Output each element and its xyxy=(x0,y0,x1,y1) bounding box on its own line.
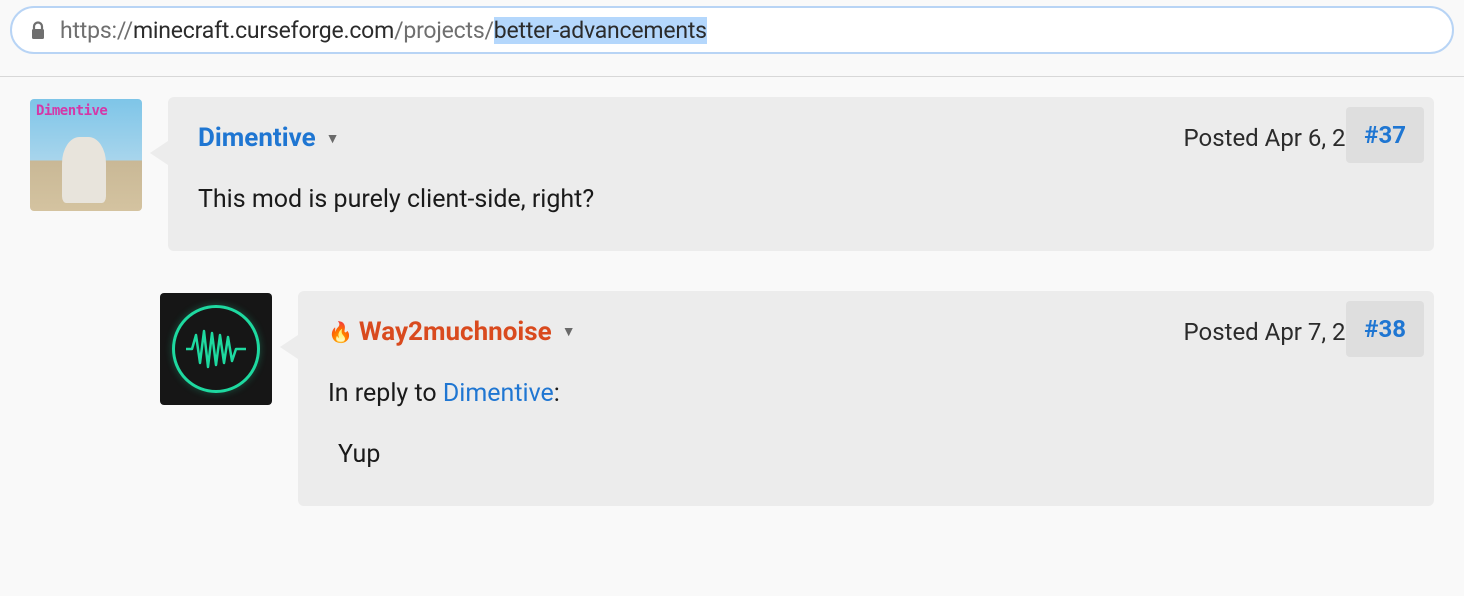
url-text: https://minecraft.curseforge.com/project… xyxy=(60,17,707,44)
comment-row: #37 Dimentive ▼ Posted Apr 6, 2019 This … xyxy=(30,97,1434,251)
reply-user-link[interactable]: Dimentive xyxy=(443,379,554,408)
avatar[interactable] xyxy=(160,293,272,405)
browser-address-bar[interactable]: https://minecraft.curseforge.com/project… xyxy=(10,6,1454,54)
username-link[interactable]: Dimentive xyxy=(198,123,316,153)
reply-content: Yup xyxy=(338,436,1404,474)
comment-header: 🔥 Way2muchnoise ▼ Posted Apr 7, 2019 xyxy=(328,317,1404,347)
comment-header: Dimentive ▼ Posted Apr 6, 2019 xyxy=(198,123,1404,153)
reply-to-line: In reply to Dimentive: xyxy=(328,375,1404,413)
lock-icon xyxy=(30,21,46,39)
flame-icon: 🔥 xyxy=(328,320,353,344)
comment-bubble: #37 Dimentive ▼ Posted Apr 6, 2019 This … xyxy=(168,97,1434,251)
comment-permalink[interactable]: #38 xyxy=(1346,301,1424,357)
comments-area: #37 Dimentive ▼ Posted Apr 6, 2019 This … xyxy=(0,77,1464,576)
avatar[interactable] xyxy=(30,99,142,211)
comment-permalink[interactable]: #37 xyxy=(1346,107,1424,163)
comment-body: This mod is purely client-side, right? xyxy=(198,181,1404,219)
chevron-down-icon[interactable]: ▼ xyxy=(326,130,340,147)
comment-body: In reply to Dimentive: Yup xyxy=(328,375,1404,474)
comment-row: #38 🔥 Way2muchnoise ▼ Posted Apr 7, 2019… xyxy=(160,291,1434,506)
comment-bubble: #38 🔥 Way2muchnoise ▼ Posted Apr 7, 2019… xyxy=(298,291,1434,506)
chevron-down-icon[interactable]: ▼ xyxy=(562,323,576,340)
waveform-icon xyxy=(172,305,260,393)
username-link[interactable]: Way2muchnoise xyxy=(359,317,552,347)
